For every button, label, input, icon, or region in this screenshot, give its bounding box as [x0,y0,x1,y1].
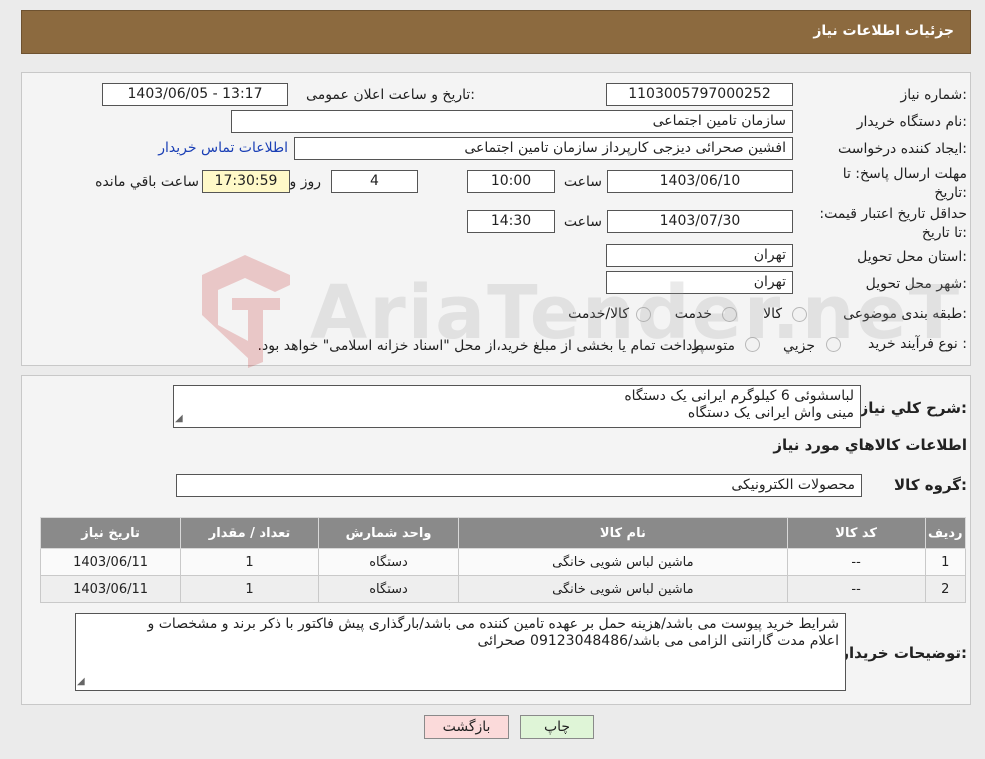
resize-grip-icon[interactable]: ◢ [175,410,183,427]
process-small-label: جزیي [783,338,815,354]
col-goods-name: نام کالا [458,517,788,549]
cell-goods-name: ماشین لباس شویی خانگی [458,548,788,576]
time-remaining-label: ساعت باقي مانده [95,174,199,190]
validity-time-label: ساعت [563,214,602,230]
category-goods-radio[interactable] [792,307,807,322]
need-number-label: شماره نیاز: [900,87,967,103]
category-service-label: خدمت [674,306,712,322]
col-row-number: ردیف [924,517,967,549]
resize-grip-icon[interactable]: ◢ [77,673,85,690]
summary-line-2: مینی واش ایرانی یک دستگاه [687,405,854,421]
delivery-province-field[interactable]: تهران [606,244,793,267]
buyer-notes-textarea[interactable]: شرایط خرید پیوست می باشد/هزینه حمل بر عه… [75,613,846,691]
request-creator-label: ایجاد کننده درخواست: [838,141,967,157]
days-remaining-field[interactable]: 4 [331,170,418,193]
need-number-field[interactable]: 1103005797000252 [606,83,793,106]
goods-group-label: گروه کالا: [894,476,967,494]
goods-table: ردیف کد کالا نام کالا واحد شمارش تعداد /… [39,517,967,603]
category-service-radio[interactable] [722,307,737,322]
col-unit: واحد شمارش [317,517,460,549]
reply-date-field[interactable]: 1403/06/10 [607,170,793,193]
print-button[interactable]: چاپ [520,715,594,739]
goods-info-title: اطلاعات کالاهاي مورد نیاز [773,436,967,454]
buyer-notes-line-2: اعلام مدت گارانتی الزامی می باشد/0912304… [477,633,839,649]
col-goods-code: کد کالا [786,517,926,549]
cell-row-number: 2 [924,575,967,603]
category-goods-service-label: کالا/خدمت [568,306,629,322]
table-header-row: ردیف کد کالا نام کالا واحد شمارش تعداد /… [39,517,967,549]
validity-date-field[interactable]: 1403/07/30 [607,210,793,233]
request-creator-field[interactable]: افشین صحرائی دیزجی کارپرداز سازمان تامین… [294,137,793,160]
cell-quantity: 1 [180,575,319,603]
delivery-city-label: شهر محل تحویل: [865,276,967,292]
cell-unit: دستگاه [317,548,460,576]
back-button[interactable]: بازگشت [424,715,509,739]
page-header: جزئیات اطلاعات نیاز [21,10,971,54]
delivery-province-label: استان محل تحویل: [857,249,967,265]
delivery-city-field[interactable]: تهران [606,271,793,294]
reply-deadline-label: مهلت ارسال پاسخ: تا تاریخ: [842,166,967,201]
col-quantity: تعداد / مقدار [180,517,319,549]
goods-group-field[interactable]: محصولات الکترونیکی [176,474,862,497]
process-medium-radio[interactable] [745,337,760,352]
reply-time-label: ساعت [563,174,602,190]
category-label: طبقه بندی موضوعی: [843,306,967,322]
days-label: روز و [289,174,322,190]
price-validity-label: حداقل تاریخ اعتبار قیمت: تا تاریخ: [819,206,967,241]
payment-note: پرداخت تمام یا بخشی از مبلغ خرید،از محل … [257,338,704,354]
cell-goods-name: ماشین لباس شویی خانگی [458,575,788,603]
reply-time-field[interactable]: 10:00 [467,170,555,193]
time-remaining-field[interactable]: 17:30:59 [202,170,290,193]
summary-textarea[interactable]: لباسشوئی 6 کیلوگرم ایرانی یک دستگاه مینی… [173,385,861,428]
announce-date-field[interactable]: 1403/06/05 - 13:17 [102,83,288,106]
summary-line-1: لباسشوئی 6 کیلوگرم ایرانی یک دستگاه [624,388,854,404]
cell-quantity: 1 [180,548,319,576]
process-small-radio[interactable] [826,337,841,352]
buyer-notes-line-1: شرایط خرید پیوست می باشد/هزینه حمل بر عه… [147,616,839,632]
summary-label: شرح کلي نیاز: [859,399,967,417]
buyer-org-field[interactable]: سازمان تامین اجتماعی [231,110,793,133]
cell-need-date: 1403/06/11 [39,575,182,603]
page-title: جزئیات اطلاعات نیاز [813,23,954,39]
col-need-date: تاریخ نیاز [39,517,182,549]
buyer-org-label: نام دستگاه خریدار: [856,114,967,130]
cell-row-number: 1 [924,548,967,576]
announce-date-label: تاریخ و ساعت اعلان عمومی: [306,87,475,103]
buyer-notes-label: توضیحات خریدار: [840,644,967,662]
category-goods-label: کالا [763,306,782,322]
buyer-contact-link[interactable]: اطلاعات تماس خریدار [158,140,288,156]
validity-time-field[interactable]: 14:30 [467,210,555,233]
cell-unit: دستگاه [317,575,460,603]
category-goods-service-radio[interactable] [636,307,651,322]
cell-goods-code: -- [786,548,926,576]
cell-goods-code: -- [786,575,926,603]
table-row[interactable]: 1 -- ماشین لباس شویی خانگی دستگاه 1 1403… [39,548,967,576]
process-type-label: نوع فرآیند خرید : [868,336,967,352]
cell-need-date: 1403/06/11 [39,548,182,576]
table-row[interactable]: 2 -- ماشین لباس شویی خانگی دستگاه 1 1403… [39,575,967,603]
